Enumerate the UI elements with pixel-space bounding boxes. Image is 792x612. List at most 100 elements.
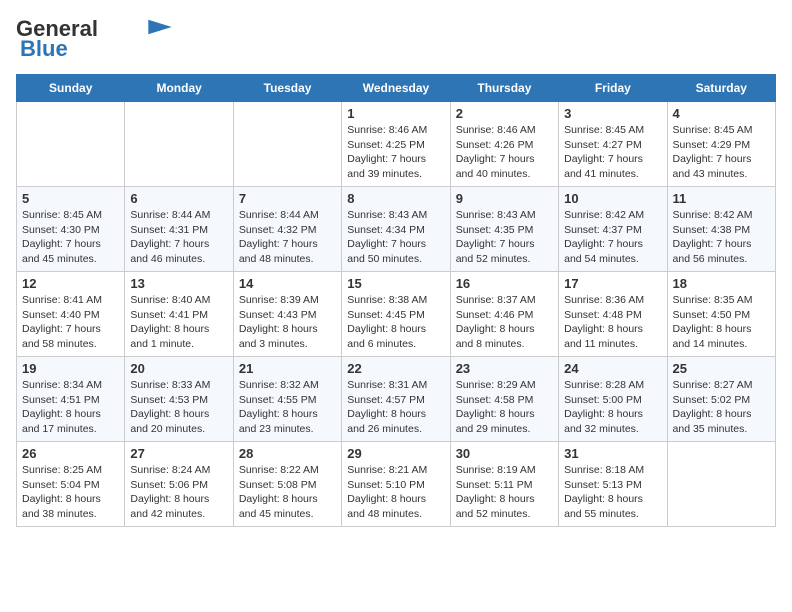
- day-number: 8: [347, 191, 444, 206]
- day-number: 3: [564, 106, 661, 121]
- calendar-day-cell: 3 Sunrise: 8:45 AM Sunset: 4:27 PM Daylig…: [559, 102, 667, 187]
- day-info: Sunrise: 8:42 AM Sunset: 4:38 PM Dayligh…: [673, 208, 770, 267]
- day-of-week-header: Monday: [125, 75, 233, 102]
- calendar-day-cell: 20 Sunrise: 8:33 AM Sunset: 4:53 PM Dayli…: [125, 357, 233, 442]
- day-info: Sunrise: 8:28 AM Sunset: 5:00 PM Dayligh…: [564, 378, 661, 437]
- day-info: Sunrise: 8:43 AM Sunset: 4:35 PM Dayligh…: [456, 208, 553, 267]
- logo: General Blue: [16, 16, 174, 62]
- calendar-day-cell: 12Sunrise: 8:41 AM Sunset: 4:40 PM Dayli…: [17, 272, 125, 357]
- day-number: 25: [673, 361, 770, 376]
- day-number: 21: [239, 361, 336, 376]
- day-number: 19: [22, 361, 119, 376]
- calendar-day-cell: [233, 102, 341, 187]
- calendar-table: SundayMondayTuesdayWednesdayThursdayFrid…: [16, 74, 776, 527]
- day-of-week-header: Thursday: [450, 75, 558, 102]
- day-info: Sunrise: 8:34 AM Sunset: 4:51 PM Dayligh…: [22, 378, 119, 437]
- calendar-day-cell: 29 Sunrise: 8:21 AM Sunset: 5:10 PM Dayli…: [342, 442, 450, 527]
- calendar-day-cell: 23 Sunrise: 8:29 AM Sunset: 4:58 PM Dayli…: [450, 357, 558, 442]
- calendar-day-cell: 7 Sunrise: 8:44 AM Sunset: 4:32 PM Daylig…: [233, 187, 341, 272]
- day-number: 31: [564, 446, 661, 461]
- day-info: Sunrise: 8:45 AM Sunset: 4:29 PM Dayligh…: [673, 123, 770, 182]
- calendar-day-cell: 22Sunrise: 8:31 AM Sunset: 4:57 PM Dayli…: [342, 357, 450, 442]
- day-info: Sunrise: 8:46 AM Sunset: 4:25 PM Dayligh…: [347, 123, 444, 182]
- logo-flag-icon: [146, 18, 174, 36]
- calendar-day-cell: 2Sunrise: 8:46 AM Sunset: 4:26 PM Daylig…: [450, 102, 558, 187]
- calendar-day-cell: 8Sunrise: 8:43 AM Sunset: 4:34 PM Daylig…: [342, 187, 450, 272]
- day-number: 22: [347, 361, 444, 376]
- day-number: 29: [347, 446, 444, 461]
- day-number: 11: [673, 191, 770, 206]
- day-number: 12: [22, 276, 119, 291]
- calendar-day-cell: 19 Sunrise: 8:34 AM Sunset: 4:51 PM Dayli…: [17, 357, 125, 442]
- day-number: 23: [456, 361, 553, 376]
- day-info: Sunrise: 8:35 AM Sunset: 4:50 PM Dayligh…: [673, 293, 770, 352]
- calendar-day-cell: 15 Sunrise: 8:38 AM Sunset: 4:45 PM Dayli…: [342, 272, 450, 357]
- day-of-week-row: SundayMondayTuesdayWednesdayThursdayFrid…: [17, 75, 776, 102]
- day-info: Sunrise: 8:39 AM Sunset: 4:43 PM Dayligh…: [239, 293, 336, 352]
- header: General Blue: [16, 16, 776, 62]
- calendar-day-cell: 30Sunrise: 8:19 AM Sunset: 5:11 PM Dayli…: [450, 442, 558, 527]
- day-number: 24: [564, 361, 661, 376]
- calendar-day-cell: 28 Sunrise: 8:22 AM Sunset: 5:08 PM Dayli…: [233, 442, 341, 527]
- calendar-day-cell: 21 Sunrise: 8:32 AM Sunset: 4:55 PM Dayli…: [233, 357, 341, 442]
- day-number: 6: [130, 191, 227, 206]
- day-info: Sunrise: 8:45 AM Sunset: 4:27 PM Dayligh…: [564, 123, 661, 182]
- day-info: Sunrise: 8:37 AM Sunset: 4:46 PM Dayligh…: [456, 293, 553, 352]
- calendar-day-cell: 17 Sunrise: 8:36 AM Sunset: 4:48 PM Dayli…: [559, 272, 667, 357]
- calendar-day-cell: 16 Sunrise: 8:37 AM Sunset: 4:46 PM Dayli…: [450, 272, 558, 357]
- day-info: Sunrise: 8:40 AM Sunset: 4:41 PM Dayligh…: [130, 293, 227, 352]
- day-number: 27: [130, 446, 227, 461]
- day-number: 13: [130, 276, 227, 291]
- day-info: Sunrise: 8:38 AM Sunset: 4:45 PM Dayligh…: [347, 293, 444, 352]
- calendar-day-cell: 6 Sunrise: 8:44 AM Sunset: 4:31 PM Daylig…: [125, 187, 233, 272]
- calendar-day-cell: 4 Sunrise: 8:45 AM Sunset: 4:29 PM Daylig…: [667, 102, 775, 187]
- calendar-day-cell: 1Sunrise: 8:46 AM Sunset: 4:25 PM Daylig…: [342, 102, 450, 187]
- day-info: Sunrise: 8:29 AM Sunset: 4:58 PM Dayligh…: [456, 378, 553, 437]
- calendar-day-cell: 5 Sunrise: 8:45 AM Sunset: 4:30 PM Daylig…: [17, 187, 125, 272]
- day-number: 5: [22, 191, 119, 206]
- day-number: 20: [130, 361, 227, 376]
- day-info: Sunrise: 8:42 AM Sunset: 4:37 PM Dayligh…: [564, 208, 661, 267]
- day-info: Sunrise: 8:36 AM Sunset: 4:48 PM Dayligh…: [564, 293, 661, 352]
- calendar-day-cell: 24 Sunrise: 8:28 AM Sunset: 5:00 PM Dayli…: [559, 357, 667, 442]
- day-info: Sunrise: 8:25 AM Sunset: 5:04 PM Dayligh…: [22, 463, 119, 522]
- calendar-day-cell: [17, 102, 125, 187]
- calendar-day-cell: 26Sunrise: 8:25 AM Sunset: 5:04 PM Dayli…: [17, 442, 125, 527]
- day-info: Sunrise: 8:18 AM Sunset: 5:13 PM Dayligh…: [564, 463, 661, 522]
- day-of-week-header: Friday: [559, 75, 667, 102]
- calendar-day-cell: 10Sunrise: 8:42 AM Sunset: 4:37 PM Dayli…: [559, 187, 667, 272]
- day-info: Sunrise: 8:24 AM Sunset: 5:06 PM Dayligh…: [130, 463, 227, 522]
- day-number: 14: [239, 276, 336, 291]
- day-of-week-header: Wednesday: [342, 75, 450, 102]
- day-number: 30: [456, 446, 553, 461]
- day-number: 18: [673, 276, 770, 291]
- calendar-day-cell: 31 Sunrise: 8:18 AM Sunset: 5:13 PM Dayli…: [559, 442, 667, 527]
- logo-blue: Blue: [20, 36, 68, 62]
- day-of-week-header: Saturday: [667, 75, 775, 102]
- day-info: Sunrise: 8:46 AM Sunset: 4:26 PM Dayligh…: [456, 123, 553, 182]
- day-info: Sunrise: 8:44 AM Sunset: 4:31 PM Dayligh…: [130, 208, 227, 267]
- day-number: 28: [239, 446, 336, 461]
- day-info: Sunrise: 8:21 AM Sunset: 5:10 PM Dayligh…: [347, 463, 444, 522]
- day-number: 17: [564, 276, 661, 291]
- calendar-body: 1Sunrise: 8:46 AM Sunset: 4:25 PM Daylig…: [17, 102, 776, 527]
- day-info: Sunrise: 8:33 AM Sunset: 4:53 PM Dayligh…: [130, 378, 227, 437]
- calendar-day-cell: 11 Sunrise: 8:42 AM Sunset: 4:38 PM Dayli…: [667, 187, 775, 272]
- day-info: Sunrise: 8:44 AM Sunset: 4:32 PM Dayligh…: [239, 208, 336, 267]
- calendar-day-cell: [125, 102, 233, 187]
- day-number: 4: [673, 106, 770, 121]
- day-number: 7: [239, 191, 336, 206]
- day-number: 15: [347, 276, 444, 291]
- day-of-week-header: Tuesday: [233, 75, 341, 102]
- calendar-week-row: 12Sunrise: 8:41 AM Sunset: 4:40 PM Dayli…: [17, 272, 776, 357]
- calendar-week-row: 5 Sunrise: 8:45 AM Sunset: 4:30 PM Daylig…: [17, 187, 776, 272]
- day-of-week-header: Sunday: [17, 75, 125, 102]
- day-info: Sunrise: 8:22 AM Sunset: 5:08 PM Dayligh…: [239, 463, 336, 522]
- calendar-week-row: 1Sunrise: 8:46 AM Sunset: 4:25 PM Daylig…: [17, 102, 776, 187]
- day-info: Sunrise: 8:45 AM Sunset: 4:30 PM Dayligh…: [22, 208, 119, 267]
- calendar-day-cell: 14 Sunrise: 8:39 AM Sunset: 4:43 PM Dayli…: [233, 272, 341, 357]
- calendar-day-cell: 9 Sunrise: 8:43 AM Sunset: 4:35 PM Daylig…: [450, 187, 558, 272]
- day-number: 16: [456, 276, 553, 291]
- day-info: Sunrise: 8:32 AM Sunset: 4:55 PM Dayligh…: [239, 378, 336, 437]
- day-number: 9: [456, 191, 553, 206]
